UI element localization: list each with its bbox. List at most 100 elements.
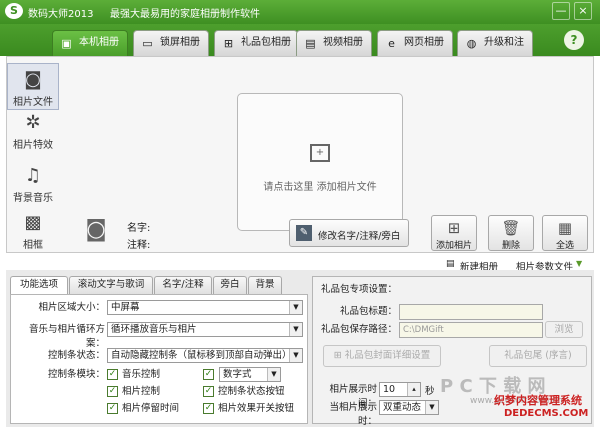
select-value: 数字式 bbox=[223, 369, 252, 380]
app-logo-icon: S bbox=[5, 3, 23, 19]
options-body: 相片区域大小： 中屏幕 ▼ 音乐与相片循环方案： 循环播放音乐与相片 ▼ 控制条状态… bbox=[10, 294, 308, 424]
button-label: 礼品包封面详细设置 bbox=[344, 350, 431, 361]
checkbox-label: 相片效果开关按钮 bbox=[218, 403, 295, 414]
gift-tail-button[interactable]: 礼品包尾 (序言) bbox=[489, 345, 587, 367]
chevron-down-icon: ▼ bbox=[425, 401, 438, 414]
tab-lockscreen-album[interactable]: ▭ 锁屏相册 bbox=[133, 30, 209, 56]
select-all-button[interactable]: ▦ 全选 bbox=[542, 215, 588, 251]
check-icon: ✓ bbox=[203, 369, 214, 380]
sidebar-item-label: 相片特效 bbox=[13, 140, 53, 151]
chevron-down-icon: ▼ bbox=[267, 368, 280, 381]
gift-title-input[interactable] bbox=[399, 304, 543, 320]
add-photo-dropzone[interactable]: + 请点击这里 添加相片文件 bbox=[237, 93, 403, 231]
button-label: 添加相片 bbox=[435, 241, 472, 251]
minimize-button[interactable]: — bbox=[552, 2, 570, 20]
button-label: 删除 bbox=[501, 241, 520, 251]
checkbox-label: 控制条状态按钮 bbox=[218, 386, 285, 397]
gift-title-label: 礼品包标题： bbox=[339, 306, 397, 317]
digital-style-select[interactable]: 数字式 ▼ bbox=[219, 367, 281, 382]
film-icon: ▤ bbox=[305, 37, 316, 50]
effect-toggle-checkbox[interactable]: ✓ 相片效果开关按钮 bbox=[203, 402, 294, 416]
loop-scheme-label: 音乐与相片循环方案： bbox=[28, 324, 105, 349]
tab-scrolling-text[interactable]: 滚动文字与歌词 bbox=[69, 276, 153, 294]
tab-function-options[interactable]: 功能选项 bbox=[10, 276, 68, 294]
sidebar-item-label: 相框 bbox=[23, 240, 43, 251]
tab-upgrade-register[interactable]: ◍升级和注册 bbox=[457, 30, 533, 72]
name-label: 名字: bbox=[127, 223, 151, 234]
comment-label: 注释: bbox=[127, 240, 151, 251]
spinner-value: 10 bbox=[383, 384, 396, 395]
camera-thumbnail-icon: ◙ bbox=[85, 217, 107, 242]
select-value: 自动隐藏控制条（鼠标移到顶部自动弹出） bbox=[111, 350, 292, 361]
control-bar-select[interactable]: 自动隐藏控制条（鼠标移到顶部自动弹出） ▼ bbox=[107, 348, 303, 363]
tab-video-album[interactable]: ▤ 视频相册 bbox=[296, 30, 372, 56]
gift-cover-settings-button[interactable]: ⊞ 礼品包封面详细设置 bbox=[323, 345, 441, 367]
gift-path-label: 礼品包保存路径： bbox=[320, 324, 397, 335]
music-control-checkbox[interactable]: ✓ 音乐控制 bbox=[107, 368, 160, 382]
chevron-down-icon: ▼ bbox=[289, 301, 302, 314]
ie-icon: e bbox=[388, 37, 395, 50]
app-title: 数码大师2013 bbox=[28, 9, 94, 20]
display-time-spinner[interactable]: 10 ▴ bbox=[379, 382, 421, 397]
album-editor-panel: ◙ 相片文件 ✲ 相片特效 ♫ 背景音乐 ▩ 相框 + 请点击这里 添加相片文件 ◙ 名… bbox=[6, 56, 594, 253]
globe-icon: ◍ bbox=[466, 37, 477, 50]
area-size-select[interactable]: 中屏幕 ▼ bbox=[107, 300, 303, 315]
digital-style-checkbox[interactable]: ✓ bbox=[203, 368, 218, 382]
button-label: 全选 bbox=[555, 241, 574, 251]
tab-narration[interactable]: 旁白 bbox=[213, 276, 247, 294]
checkbox-label: 音乐控制 bbox=[122, 369, 161, 380]
sidebar-item-label: 背景音乐 bbox=[13, 193, 53, 204]
monitor-icon: ▭ bbox=[142, 37, 153, 50]
control-state-button-checkbox[interactable]: ✓ 控制条状态按钮 bbox=[203, 385, 285, 399]
check-icon: ✓ bbox=[107, 386, 118, 397]
button-label: 修改名字/注释/旁白 bbox=[318, 231, 401, 242]
sidebar-item-frame[interactable]: ▩ 相框 bbox=[7, 207, 59, 254]
check-icon: ✓ bbox=[107, 369, 118, 380]
gift-path-input[interactable]: C:\DMGift bbox=[399, 322, 543, 338]
delete-button[interactable]: 🗑 删除 bbox=[488, 215, 534, 251]
close-button[interactable]: × bbox=[574, 2, 592, 20]
control-module-label: 控制条模块： bbox=[47, 369, 105, 380]
grid-icon: ▦ bbox=[557, 219, 573, 237]
tab-local-album[interactable]: ▣ 本机相册 bbox=[52, 30, 128, 56]
loop-scheme-select[interactable]: 循环播放音乐与相片 ▼ bbox=[107, 322, 303, 337]
button-label: 礼品包尾 (序言) bbox=[504, 350, 572, 361]
app-slogan: 最强大最易用的家庭相册制作软件 bbox=[110, 9, 260, 20]
tab-background[interactable]: 背景 bbox=[248, 276, 282, 294]
check-icon: ✓ bbox=[107, 403, 118, 414]
select-value: 中屏幕 bbox=[111, 302, 140, 313]
music-note-icon: ♫ bbox=[24, 165, 42, 186]
sidebar-item-music[interactable]: ♫ 背景音乐 bbox=[7, 160, 59, 207]
check-icon: ✓ bbox=[203, 386, 214, 397]
photo-stay-time-checkbox[interactable]: ✓ 相片停留时间 bbox=[107, 402, 179, 416]
photo-control-checkbox[interactable]: ✓ 相片控制 bbox=[107, 385, 160, 399]
seconds-unit: 秒 bbox=[425, 386, 435, 397]
tab-gift-album[interactable]: ⊞ 礼品包相册 bbox=[214, 30, 298, 56]
select-value: 循环播放音乐与相片 bbox=[111, 324, 197, 335]
sidebar-item-effects[interactable]: ✲ 相片特效 bbox=[7, 107, 59, 154]
tab-label: 锁屏相册 bbox=[160, 37, 200, 48]
checkbox-label: 相片停留时间 bbox=[122, 403, 180, 414]
title-bar: S 数码大师2013 最强大最易用的家庭相册制作软件 — × bbox=[0, 0, 600, 24]
watermark-dede: 织梦内容管理系统 bbox=[494, 394, 582, 407]
watermark-dedecms: DEDECMS.COM bbox=[504, 408, 589, 419]
chevron-down-icon[interactable]: ▼ bbox=[576, 259, 582, 268]
trash-icon: 🗑 bbox=[501, 219, 521, 237]
add-photo-button[interactable]: ⊞ 添加相片 bbox=[431, 215, 477, 251]
help-button[interactable]: ? bbox=[564, 30, 584, 50]
display-effect-select[interactable]: 双重动态 ▼ bbox=[379, 400, 439, 415]
photo-icon: ▣ bbox=[61, 37, 72, 50]
tab-name-comment[interactable]: 名字/注释 bbox=[154, 276, 212, 294]
area-size-label: 相片区域大小： bbox=[38, 302, 105, 313]
edit-name-comment-button[interactable]: ✎ 修改名字/注释/旁白 bbox=[289, 219, 409, 247]
add-photo-icon: ⊞ bbox=[447, 219, 461, 237]
display-time-label: 相片展示时间： bbox=[329, 384, 377, 409]
display-effect-label: 当相片展示时： bbox=[329, 402, 377, 427]
checkbox-label: 相片控制 bbox=[122, 386, 161, 397]
frame-icon: ▩ bbox=[24, 212, 42, 233]
sidebar-item-photos[interactable]: ◙ 相片文件 bbox=[7, 63, 59, 110]
tab-label: 本机相册 bbox=[79, 37, 119, 48]
tab-web-album[interactable]: e 网页相册 bbox=[377, 30, 453, 56]
browse-button[interactable]: 浏览 bbox=[545, 321, 583, 338]
add-photo-icon: + bbox=[310, 144, 330, 162]
